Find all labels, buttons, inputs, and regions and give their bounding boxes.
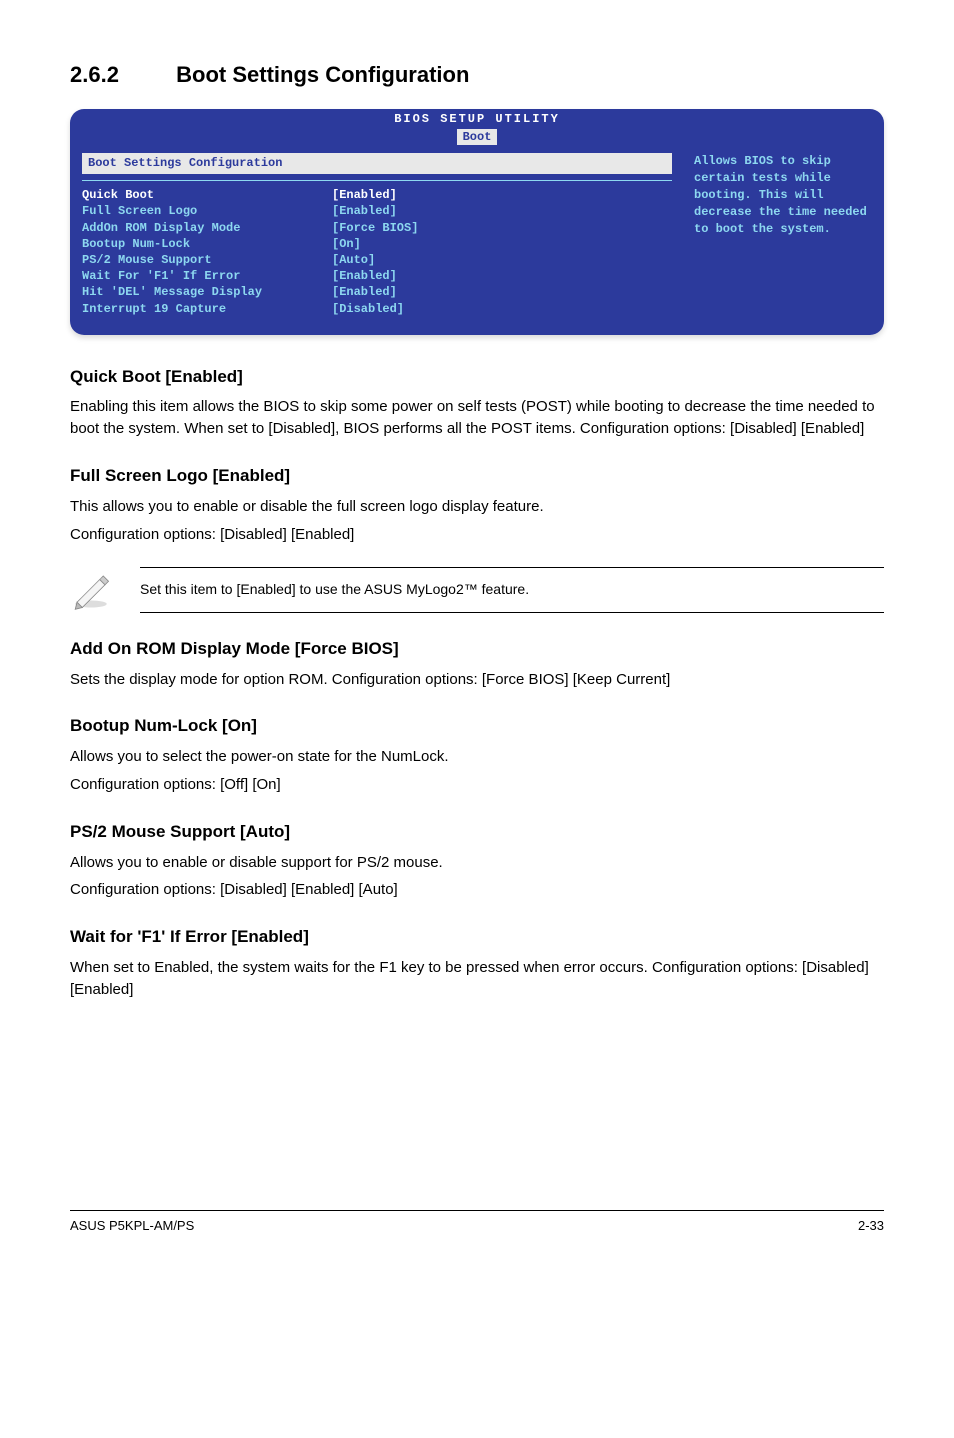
wait-f1-body: When set to Enabled, the system waits fo… <box>70 957 884 1001</box>
bios-setting-row: Interrupt 19 Capture[Disabled] <box>82 301 672 317</box>
bios-left-panel: Boot Settings Configuration Quick Boot[E… <box>70 145 684 334</box>
addon-rom-body: Sets the display mode for option ROM. Co… <box>70 669 884 691</box>
quick-boot-heading: Quick Boot [Enabled] <box>70 365 884 389</box>
wait-f1-heading: Wait for 'F1' If Error [Enabled] <box>70 925 884 949</box>
section-title-text: Boot Settings Configuration <box>176 62 469 87</box>
bios-setting-value: [Enabled] <box>332 203 672 219</box>
bios-title-bar: BIOS SETUP UTILITY Boot <box>70 109 884 146</box>
bios-setting-value: [On] <box>332 236 672 252</box>
bios-divider <box>82 180 672 181</box>
bios-setting-label: PS/2 Mouse Support <box>82 252 332 268</box>
addon-rom-heading: Add On ROM Display Mode [Force BIOS] <box>70 637 884 661</box>
bios-setting-label: Bootup Num-Lock <box>82 236 332 252</box>
bios-help-text: Allows BIOS to skip certain tests while … <box>694 154 867 235</box>
section-number: 2.6.2 <box>70 60 170 91</box>
note-block: Set this item to [Enabled] to use the AS… <box>70 567 884 613</box>
bios-setting-label: Quick Boot <box>82 187 332 203</box>
bios-setting-label: Full Screen Logo <box>82 203 332 219</box>
bios-setting-value: [Disabled] <box>332 301 672 317</box>
bios-setting-value: [Force BIOS] <box>332 220 672 236</box>
note-text: Set this item to [Enabled] to use the AS… <box>140 567 884 613</box>
full-screen-heading: Full Screen Logo [Enabled] <box>70 464 884 488</box>
bios-setting-row: Wait For 'F1' If Error[Enabled] <box>82 268 672 284</box>
bios-setting-row: Hit 'DEL' Message Display[Enabled] <box>82 284 672 300</box>
full-screen-body2: Configuration options: [Disabled] [Enabl… <box>70 524 884 546</box>
bios-setting-label: AddOn ROM Display Mode <box>82 220 332 236</box>
bios-setting-value: [Enabled] <box>332 284 672 300</box>
pencil-icon <box>70 569 112 611</box>
bios-setting-row: PS/2 Mouse Support[Auto] <box>82 252 672 268</box>
bios-setting-row: Quick Boot[Enabled] <box>82 187 672 203</box>
bios-setting-row: Bootup Num-Lock[On] <box>82 236 672 252</box>
bios-setting-row: Full Screen Logo[Enabled] <box>82 203 672 219</box>
section-heading: 2.6.2 Boot Settings Configuration <box>70 60 884 91</box>
ps2-heading: PS/2 Mouse Support [Auto] <box>70 820 884 844</box>
bios-setting-row: AddOn ROM Display Mode[Force BIOS] <box>82 220 672 236</box>
bios-help-panel: Allows BIOS to skip certain tests while … <box>684 145 884 334</box>
footer-left: ASUS P5KPL-AM/PS <box>70 1217 194 1235</box>
bios-setting-value: [Enabled] <box>332 268 672 284</box>
full-screen-body1: This allows you to enable or disable the… <box>70 496 884 518</box>
bootup-numlock-body2: Configuration options: [Off] [On] <box>70 774 884 796</box>
bios-utility-title: BIOS SETUP UTILITY <box>70 111 884 128</box>
bios-setting-label: Interrupt 19 Capture <box>82 301 332 317</box>
bios-setting-value: [Enabled] <box>332 187 672 203</box>
quick-boot-body: Enabling this item allows the BIOS to sk… <box>70 396 884 440</box>
ps2-body1: Allows you to enable or disable support … <box>70 852 884 874</box>
page-footer: ASUS P5KPL-AM/PS 2-33 <box>70 1210 884 1235</box>
bios-screenshot: BIOS SETUP UTILITY Boot Boot Settings Co… <box>70 109 884 335</box>
bios-panel-title: Boot Settings Configuration <box>82 153 672 174</box>
bios-setting-label: Wait For 'F1' If Error <box>82 268 332 284</box>
bios-setting-label: Hit 'DEL' Message Display <box>82 284 332 300</box>
bios-tab: Boot <box>457 129 498 146</box>
ps2-body2: Configuration options: [Disabled] [Enabl… <box>70 879 884 901</box>
bootup-numlock-body1: Allows you to select the power-on state … <box>70 746 884 768</box>
bootup-numlock-heading: Bootup Num-Lock [On] <box>70 714 884 738</box>
footer-right: 2-33 <box>858 1217 884 1235</box>
bios-setting-value: [Auto] <box>332 252 672 268</box>
